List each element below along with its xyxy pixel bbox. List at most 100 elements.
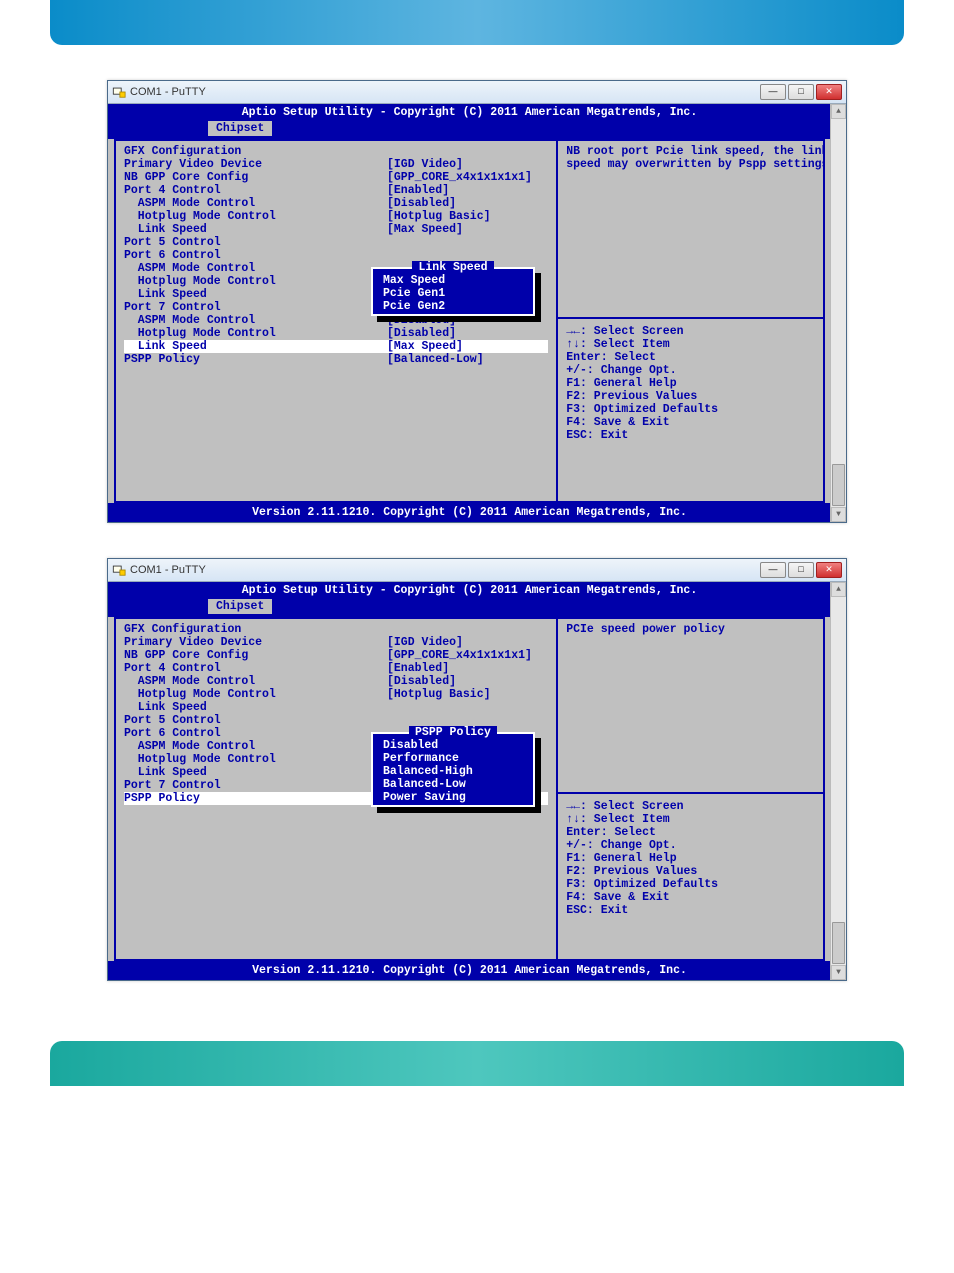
maximize-button[interactable]: □: [788, 562, 814, 578]
bios-setting-row[interactable]: ASPM Mode Control[Disabled]: [124, 675, 548, 688]
bios-setting-value[interactable]: [IGD Video]: [387, 158, 548, 171]
popup-option[interactable]: Pcie Gen2: [373, 300, 533, 313]
bios-setting-label: PSPP Policy: [124, 353, 387, 366]
bios-screenshot-2: COM1 - PuTTY — □ ✕ Aptio Setup Utility -…: [107, 558, 847, 981]
bios-keyhint: F4: Save & Exit: [566, 891, 825, 904]
bios-help-text: NB root port Pcie link speed, the link s…: [566, 145, 825, 171]
bios-keyhint: Enter: Select: [566, 826, 825, 839]
bios-setting-value[interactable]: [Hotplug Basic]: [387, 210, 548, 223]
bios-right-pane: PCIe speed power policy →←: Select Scree…: [556, 619, 825, 959]
bios-keyhint: F3: Optimized Defaults: [566, 878, 825, 891]
terminal-scrollbar[interactable]: [830, 582, 846, 980]
bios-setting-row[interactable]: Link Speed[Max Speed]: [124, 223, 548, 236]
popup-link-speed[interactable]: Link Speed Max SpeedPcie Gen1Pcie Gen2: [371, 267, 535, 316]
window-titlebar[interactable]: COM1 - PuTTY — □ ✕: [108, 559, 846, 582]
bios-setting-row: Link Speed: [124, 701, 548, 714]
bios-setting-row[interactable]: Link Speed[Max Speed]: [124, 340, 548, 353]
bios-setting-label: Link Speed: [124, 340, 387, 353]
bios-tab-row: Chipset: [108, 599, 831, 617]
bios-setting-value[interactable]: [Enabled]: [387, 662, 548, 675]
bios-setting-label: GFX Configuration: [124, 623, 387, 636]
bios-setting-value[interactable]: [GPP_CORE_x4x1x1x1x1]: [387, 649, 548, 662]
popup-option[interactable]: Pcie Gen1: [373, 287, 533, 300]
bios-setting-value[interactable]: [GPP_CORE_x4x1x1x1x1]: [387, 171, 548, 184]
page-bottom-banner: [50, 1041, 904, 1086]
popup-option[interactable]: Performance: [373, 752, 533, 765]
terminal-scrollbar[interactable]: [830, 104, 846, 522]
bios-keyhint: ↑↓: Select Item: [566, 338, 825, 351]
bios-setting-row[interactable]: NB GPP Core Config[GPP_CORE_x4x1x1x1x1]: [124, 171, 548, 184]
close-button[interactable]: ✕: [816, 84, 842, 100]
bios-setting-label: Primary Video Device: [124, 636, 387, 649]
minimize-button[interactable]: —: [760, 562, 786, 578]
bios-keyhint: F3: Optimized Defaults: [566, 403, 825, 416]
bios-setting-label: Link Speed: [124, 701, 387, 714]
bios-setting-label: Port 7 Control: [124, 301, 387, 314]
bios-setting-value[interactable]: [Max Speed]: [387, 340, 548, 353]
bios-setting-value: [387, 623, 548, 636]
bios-setting-row[interactable]: Hotplug Mode Control[Disabled]: [124, 327, 548, 340]
bios-setting-label: Link Speed: [124, 766, 387, 779]
bios-keyhint: +/-: Change Opt.: [566, 839, 825, 852]
bios-setting-value[interactable]: [Balanced-Low]: [387, 353, 548, 366]
bios-left-pane[interactable]: GFX ConfigurationPrimary Video Device[IG…: [116, 141, 556, 501]
terminal-area[interactable]: Aptio Setup Utility - Copyright (C) 2011…: [108, 104, 846, 522]
popup-option[interactable]: Balanced-High: [373, 765, 533, 778]
bios-keyhint: F1: General Help: [566, 852, 825, 865]
bios-body: GFX ConfigurationPrimary Video Device[IG…: [114, 139, 825, 503]
bios-keyhint: F4: Save & Exit: [566, 416, 825, 429]
bios-setting-row[interactable]: ASPM Mode Control[Disabled]: [124, 197, 548, 210]
bios-setting-row[interactable]: Primary Video Device[IGD Video]: [124, 158, 548, 171]
bios-keyhint: Enter: Select: [566, 351, 825, 364]
bios-setting-value[interactable]: [Disabled]: [387, 197, 548, 210]
bios-setting-label: Hotplug Mode Control: [124, 327, 387, 340]
popup-option[interactable]: Balanced-Low: [373, 778, 533, 791]
minimize-button[interactable]: —: [760, 84, 786, 100]
bios-tab-chipset[interactable]: Chipset: [208, 121, 272, 136]
bios-setting-label: GFX Configuration: [124, 145, 387, 158]
popup-title: PSPP Policy: [373, 726, 533, 739]
putty-icon: [112, 563, 126, 577]
bios-tab-chipset[interactable]: Chipset: [208, 599, 272, 614]
bios-setting-row[interactable]: Port 4 Control[Enabled]: [124, 184, 548, 197]
bios-setting-row[interactable]: Port 4 Control[Enabled]: [124, 662, 548, 675]
bios-setting-row[interactable]: PSPP Policy[Balanced-Low]: [124, 353, 548, 366]
bios-setting-row[interactable]: NB GPP Core Config[GPP_CORE_x4x1x1x1x1]: [124, 649, 548, 662]
bios-setting-row[interactable]: Hotplug Mode Control[Hotplug Basic]: [124, 210, 548, 223]
bios-footer: Version 2.11.1210. Copyright (C) 2011 Am…: [108, 961, 831, 980]
bios-setting-row[interactable]: Primary Video Device[IGD Video]: [124, 636, 548, 649]
bios-setting-label: ASPM Mode Control: [124, 197, 387, 210]
bios-keyhint: F2: Previous Values: [566, 865, 825, 878]
bios-setting-label: ASPM Mode Control: [124, 740, 387, 753]
bios-setting-label: Port 6 Control: [124, 249, 387, 262]
popup-option[interactable]: Max Speed: [373, 274, 533, 287]
bios-setting-row[interactable]: Hotplug Mode Control[Hotplug Basic]: [124, 688, 548, 701]
bios-setting-label: NB GPP Core Config: [124, 649, 387, 662]
window-title: COM1 - PuTTY: [130, 86, 206, 98]
bios-keyhint: F2: Previous Values: [566, 390, 825, 403]
popup-pspp-policy[interactable]: PSPP Policy DisabledPerformanceBalanced-…: [371, 732, 535, 807]
close-button[interactable]: ✕: [816, 562, 842, 578]
bios-setting-label: Port 4 Control: [124, 184, 387, 197]
bios-left-pane[interactable]: GFX ConfigurationPrimary Video Device[IG…: [116, 619, 556, 959]
bios-setting-value[interactable]: [Max Speed]: [387, 223, 548, 236]
bios-setting-value[interactable]: [Disabled]: [387, 327, 548, 340]
bios-setting-value[interactable]: [Hotplug Basic]: [387, 688, 548, 701]
putty-icon: [112, 85, 126, 99]
popup-option[interactable]: Disabled: [373, 739, 533, 752]
bios-setting-value[interactable]: [Disabled]: [387, 675, 548, 688]
window-titlebar[interactable]: COM1 - PuTTY — □ ✕: [108, 81, 846, 104]
bios-help-text: PCIe speed power policy: [566, 623, 825, 636]
popup-option[interactable]: Power Saving: [373, 791, 533, 804]
bios-header: Aptio Setup Utility - Copyright (C) 2011…: [108, 582, 831, 599]
maximize-button[interactable]: □: [788, 84, 814, 100]
putty-window: COM1 - PuTTY — □ ✕ Aptio Setup Utility -…: [107, 558, 847, 981]
bios-setting-value: [387, 701, 548, 714]
bios-setting-value[interactable]: [Enabled]: [387, 184, 548, 197]
bios-setting-row: Port 5 Control: [124, 236, 548, 249]
putty-window: COM1 - PuTTY — □ ✕ Aptio Setup Utility -…: [107, 80, 847, 523]
bios-setting-value[interactable]: [IGD Video]: [387, 636, 548, 649]
bios-setting-row: GFX Configuration: [124, 623, 548, 636]
terminal-area[interactable]: Aptio Setup Utility - Copyright (C) 2011…: [108, 582, 846, 980]
bios-keyhint: ESC: Exit: [566, 429, 825, 442]
